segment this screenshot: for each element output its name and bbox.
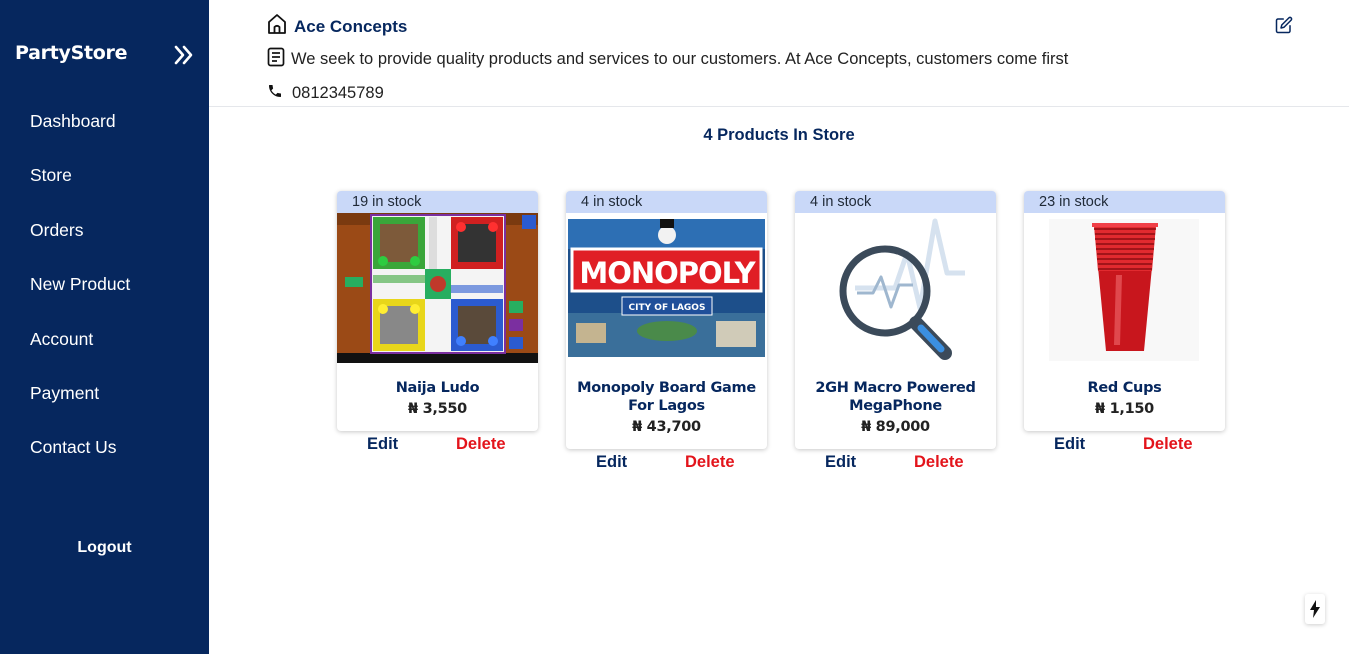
product-actions: Edit Delete bbox=[795, 449, 996, 477]
document-icon bbox=[267, 47, 285, 72]
product-card: 4 in stock 2GH Macro Powered MegaPhone ₦… bbox=[795, 191, 996, 477]
product-card-body[interactable]: 23 in stock Red Cups ₦ 1,150 bbox=[1024, 191, 1225, 431]
edit-icon[interactable] bbox=[1275, 16, 1293, 34]
delete-product-button[interactable]: Delete bbox=[914, 453, 964, 472]
brand-logo[interactable]: PartyStore bbox=[15, 42, 127, 64]
product-price: ₦ 89,000 bbox=[861, 419, 930, 435]
delete-product-button[interactable]: Delete bbox=[456, 435, 506, 454]
product-image-monopoly: MONOPOLY CITY OF LAGOS bbox=[566, 213, 767, 363]
product-actions: Edit Delete bbox=[1024, 431, 1225, 459]
product-actions: Edit Delete bbox=[337, 431, 538, 459]
product-card: 23 in stock Red Cups ₦ 1,150 Edit Delete bbox=[1024, 191, 1225, 459]
monopoly-edition-text: CITY OF LAGOS bbox=[629, 303, 706, 313]
product-card-body[interactable]: 19 in stock Naija Ludo ₦ 3,550 bbox=[337, 191, 538, 431]
flash-icon[interactable] bbox=[1305, 594, 1325, 624]
sidebar-item-new-product[interactable]: New Product bbox=[0, 263, 209, 317]
product-actions: Edit Delete bbox=[566, 449, 767, 477]
edit-product-button[interactable]: Edit bbox=[367, 435, 398, 454]
sidebar-item-store[interactable]: Store bbox=[0, 154, 209, 208]
product-card-body[interactable]: 4 in stock MONOPOLY CITY OF LAGOS Monopo… bbox=[566, 191, 767, 449]
sidebar-item-orders[interactable]: Orders bbox=[0, 209, 209, 263]
product-price: ₦ 43,700 bbox=[632, 419, 701, 435]
products-count-title: 4 Products In Store bbox=[703, 126, 855, 144]
chevrons-right-icon[interactable] bbox=[171, 43, 195, 67]
stock-badge: 19 in stock bbox=[337, 191, 538, 213]
home-icon bbox=[267, 13, 287, 40]
logout-button[interactable]: Logout bbox=[0, 539, 209, 557]
product-image-placeholder bbox=[795, 213, 996, 363]
sidebar-nav: Dashboard Store Orders New Product Accou… bbox=[0, 100, 209, 481]
product-card: 19 in stock Naija Ludo ₦ 3,550 Edit Dele… bbox=[337, 191, 538, 459]
monopoly-logo-text: MONOPOLY bbox=[579, 256, 756, 290]
product-image-ludo bbox=[337, 213, 538, 363]
product-card: 4 in stock MONOPOLY CITY OF LAGOS Monopo… bbox=[566, 191, 767, 477]
store-description: We seek to provide quality products and … bbox=[291, 50, 1069, 68]
store-phone: 0812345789 bbox=[292, 84, 384, 102]
store-phone-row: 0812345789 bbox=[267, 83, 384, 104]
sidebar: PartyStore Dashboard Store Orders New Pr… bbox=[0, 0, 209, 654]
product-price: ₦ 1,150 bbox=[1095, 401, 1154, 417]
store-name: Ace Concepts bbox=[294, 16, 408, 36]
store-name-row: Ace Concepts bbox=[267, 13, 407, 40]
product-card-body[interactable]: 4 in stock 2GH Macro Powered MegaPhone ₦… bbox=[795, 191, 996, 449]
product-name: Red Cups bbox=[1087, 380, 1162, 396]
stock-badge: 4 in stock bbox=[566, 191, 767, 213]
store-description-row: We seek to provide quality products and … bbox=[267, 47, 1068, 72]
delete-product-button[interactable]: Delete bbox=[685, 453, 735, 472]
stock-badge: 4 in stock bbox=[795, 191, 996, 213]
product-image-red-cups bbox=[1024, 213, 1225, 363]
edit-product-button[interactable]: Edit bbox=[825, 453, 856, 472]
edit-product-button[interactable]: Edit bbox=[1054, 435, 1085, 454]
edit-product-button[interactable]: Edit bbox=[596, 453, 627, 472]
sidebar-item-payment[interactable]: Payment bbox=[0, 372, 209, 426]
sidebar-item-contact-us[interactable]: Contact Us bbox=[0, 426, 209, 480]
delete-product-button[interactable]: Delete bbox=[1143, 435, 1193, 454]
product-price: ₦ 3,550 bbox=[408, 401, 467, 417]
store-header: Ace Concepts We seek to provide quality … bbox=[209, 0, 1349, 107]
product-name: Naija Ludo bbox=[395, 380, 480, 396]
sidebar-item-dashboard[interactable]: Dashboard bbox=[0, 100, 209, 154]
product-name: Monopoly Board Game For Lagos bbox=[577, 380, 756, 414]
phone-icon bbox=[267, 83, 283, 104]
sidebar-item-account[interactable]: Account bbox=[0, 318, 209, 372]
product-name: 2GH Macro Powered MegaPhone bbox=[815, 380, 976, 414]
stock-badge: 23 in stock bbox=[1024, 191, 1225, 213]
